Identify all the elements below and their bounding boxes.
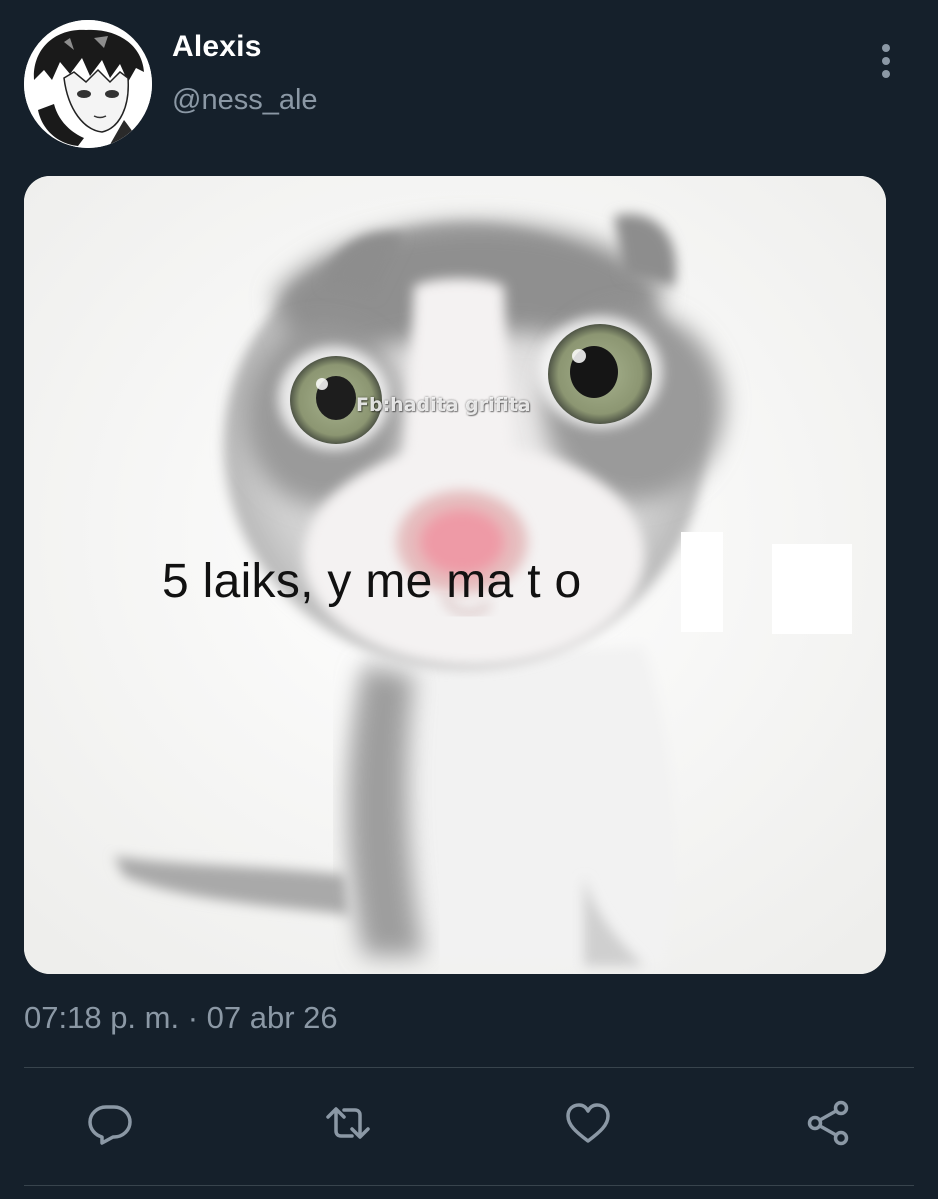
- avatar[interactable]: [24, 20, 152, 148]
- like-button[interactable]: [560, 1095, 616, 1151]
- reply-button[interactable]: [82, 1095, 138, 1151]
- reply-icon: [88, 1105, 132, 1145]
- retweet-button[interactable]: [320, 1095, 376, 1151]
- media-caption: 5 laiks, y me ma t o: [162, 555, 582, 608]
- tweet-media[interactable]: Fb:hadita grifita 5 laiks, y me ma t o: [24, 176, 886, 974]
- heart-icon: [566, 1103, 610, 1143]
- share-button[interactable]: [800, 1095, 856, 1151]
- tweet: Alexis @ness_ale Fb:hadita grifita 5 lai…: [0, 0, 938, 1199]
- more-options-button[interactable]: [868, 40, 904, 84]
- more-vertical-icon: [882, 44, 890, 78]
- censor-block: [772, 544, 852, 634]
- action-bar: [0, 1095, 938, 1155]
- share-icon: [807, 1100, 849, 1146]
- tweet-timestamp[interactable]: 07:18 p. m. · 07 abr 26: [24, 1000, 338, 1036]
- divider: [24, 1067, 914, 1068]
- avatar-image: [24, 20, 152, 148]
- censor-block: [681, 532, 723, 632]
- divider: [24, 1185, 914, 1186]
- media-watermark: Fb:hadita grifita: [356, 394, 531, 416]
- retweet-icon: [326, 1107, 370, 1139]
- user-handle[interactable]: @ness_ale: [172, 84, 318, 117]
- display-name[interactable]: Alexis: [172, 30, 262, 64]
